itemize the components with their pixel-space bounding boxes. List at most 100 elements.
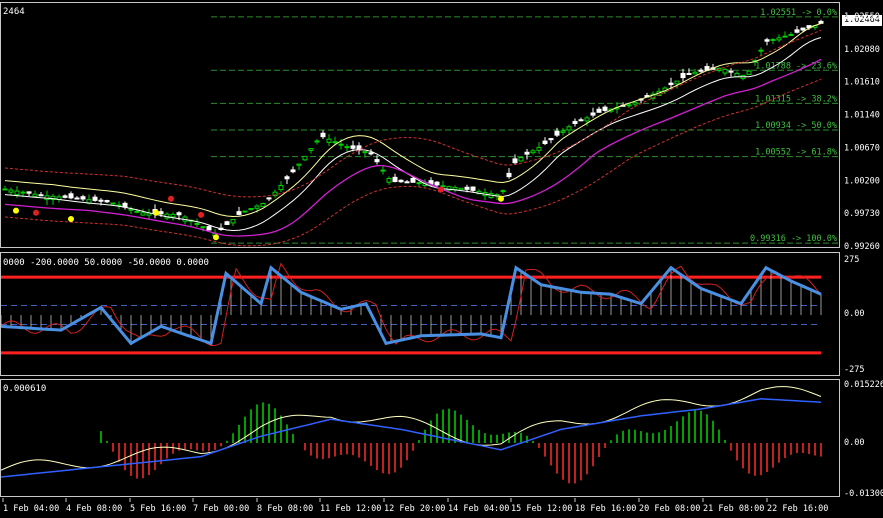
candle-body — [308, 148, 314, 151]
candle-body — [74, 197, 80, 200]
time-axis-label: 1 Feb 04:00 — [3, 504, 59, 514]
candle-body — [254, 205, 260, 209]
signal-dot — [33, 209, 39, 216]
time-axis-label: 15 Feb 12:00 — [511, 504, 572, 514]
fib-level-label: 0.99316 -> 100.0% — [750, 234, 837, 244]
candle-body — [104, 200, 110, 203]
macd-canvas: 0.000610 — [1, 384, 822, 484]
candle-body — [440, 185, 446, 188]
candle-body — [260, 203, 266, 208]
cci-axis-label: -275 — [844, 365, 864, 375]
candle-body — [572, 120, 578, 124]
candle-body — [722, 68, 728, 74]
signal-dot — [198, 211, 204, 218]
candle-body — [314, 140, 320, 143]
candle-body — [266, 197, 272, 200]
candle-body — [134, 210, 140, 213]
time-axis-label: 8 Feb 08:00 — [257, 504, 313, 514]
candle-body — [404, 181, 410, 184]
price-chart-canvas: 2464 1.02551 -> 0.0%1.01788 -> 23.6%1.01… — [2, 7, 839, 247]
candle-body — [68, 193, 74, 199]
candle-body — [284, 176, 290, 180]
candle-body — [326, 138, 332, 143]
candle-body — [770, 39, 776, 42]
fib-level-label: 1.00552 -> 61.8% — [755, 148, 837, 158]
cci-title: 0000 -200.0000 50.0000 -50.0000 0.0000 — [3, 258, 209, 268]
candle-body — [206, 226, 212, 231]
candle-body — [680, 72, 686, 79]
candle-body — [686, 73, 692, 76]
candle-body — [332, 141, 338, 144]
fib-level-label: 1.00934 -> 50.0% — [755, 121, 837, 131]
candle-body — [674, 80, 680, 85]
candle-body — [590, 112, 596, 116]
candle-body — [128, 208, 134, 211]
signal-dot — [213, 234, 219, 241]
candle-body — [98, 199, 104, 202]
cci-canvas: 0000 -200.0000 50.0000 -50.0000 0.0000 — [1, 258, 822, 355]
candle-body — [410, 177, 416, 183]
macd-title: 0.000610 — [3, 384, 46, 394]
candle-body — [362, 151, 368, 154]
signal-dot — [498, 195, 504, 202]
candle-body — [80, 196, 86, 200]
candle-body — [728, 70, 734, 73]
cci-indicator-panel[interactable]: 0000 -200.0000 50.0000 -50.0000 0.0000 — [0, 252, 840, 376]
candle-body — [452, 186, 458, 191]
candle-body — [566, 126, 572, 131]
price-axis-label: 0.99730 — [844, 209, 880, 219]
candle-body — [14, 190, 20, 196]
candle-body — [110, 202, 116, 205]
price-axis-label: 1.02550 — [844, 12, 880, 22]
candle-body — [344, 146, 350, 149]
time-axis-label: 21 Feb 08:00 — [703, 504, 764, 514]
time-axis-label: 11 Feb 12:00 — [320, 504, 381, 514]
candle-body — [200, 226, 206, 229]
candle-body — [62, 195, 68, 198]
candle-body — [374, 159, 380, 163]
time-axis-label: 14 Feb 04:00 — [448, 504, 509, 514]
candle-body — [548, 138, 554, 141]
chart-title: 2464 — [3, 7, 25, 17]
price-axis-label: 1.01610 — [844, 78, 880, 88]
candle-body — [506, 172, 512, 178]
signal-dot — [438, 186, 444, 193]
signal-dot — [68, 216, 74, 223]
candle-body — [788, 33, 794, 36]
macd-indicator-panel[interactable]: 0.000610 — [0, 379, 840, 497]
price-axis-label: 1.00670 — [844, 143, 880, 153]
candle-body — [584, 117, 590, 122]
candle-body — [632, 102, 638, 105]
envelope-upper-line — [4, 29, 822, 198]
slow-ma-line — [4, 58, 822, 237]
upper-band-line — [4, 23, 822, 218]
candle-body — [800, 27, 806, 31]
candle-body — [368, 152, 374, 155]
candle-body — [338, 143, 344, 146]
candle-body — [434, 181, 440, 186]
time-axis-label: 5 Feb 16:00 — [130, 504, 186, 514]
candle-body — [194, 222, 200, 225]
candle-body — [518, 157, 524, 162]
candle-body — [602, 106, 608, 111]
signal-dot — [168, 195, 174, 202]
candle-body — [302, 155, 308, 161]
candle-body — [176, 212, 182, 216]
price-axis-label: 1.02080 — [844, 45, 880, 55]
candle-body — [26, 191, 32, 194]
candle-body — [554, 130, 560, 136]
candle-body — [596, 108, 602, 113]
candle-body — [38, 194, 44, 197]
candle-body — [290, 169, 296, 173]
macd-axis-label: 0.015226 — [844, 380, 883, 390]
candle-body — [20, 191, 26, 194]
candle-body — [626, 104, 632, 107]
candle-body — [248, 208, 254, 211]
candle-body — [512, 158, 518, 164]
candle-body — [296, 163, 302, 166]
candle-body — [746, 70, 752, 75]
price-chart-panel[interactable]: 2464 1.02551 -> 0.0% 1.01788 -> 23.6% 1.01… — [0, 2, 840, 248]
candle-body — [524, 151, 530, 155]
time-axis-label: 4 Feb 08:00 — [66, 504, 122, 514]
time-axis: 1 Feb 04:00 4 Feb 08:00 5 Feb 16:00 7 Feb 0… — [2, 498, 828, 514]
